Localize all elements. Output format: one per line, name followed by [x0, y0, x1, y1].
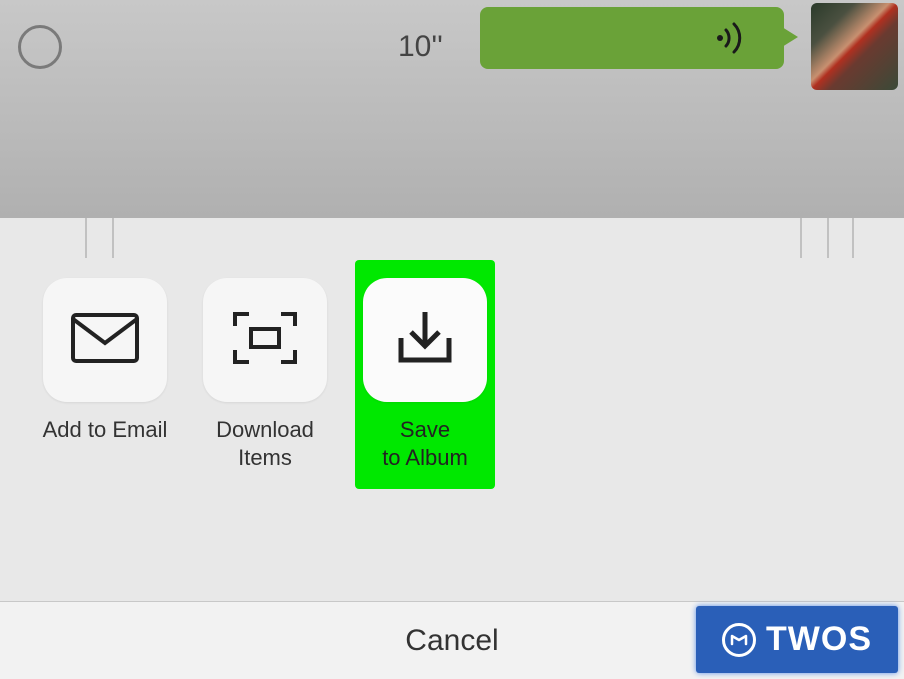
scan-icon [231, 308, 299, 373]
sound-wave-icon [716, 18, 756, 58]
chat-background: 10'' [0, 0, 904, 218]
download-items-button[interactable]: Download Items [195, 278, 335, 471]
save-to-album-button[interactable]: Save to Album [355, 260, 495, 489]
voice-duration-label: 10'' [398, 30, 443, 64]
share-item-label: Download Items [216, 416, 314, 471]
twos-logo-icon [722, 623, 756, 657]
share-item-label: Add to Email [43, 416, 168, 444]
user-avatar[interactable] [811, 3, 898, 90]
voice-message-bubble[interactable] [480, 7, 784, 69]
share-actions-row: Add to Email Download Items [0, 218, 904, 489]
twos-watermark: TWOS [696, 606, 898, 673]
status-circle-icon [18, 25, 62, 69]
download-tray-icon [393, 306, 457, 375]
twos-text: TWOS [766, 620, 872, 659]
mail-icon [71, 313, 139, 368]
share-item-label: Save to Album [382, 416, 468, 471]
cancel-label: Cancel [405, 624, 498, 658]
add-to-email-button[interactable]: Add to Email [35, 278, 175, 444]
